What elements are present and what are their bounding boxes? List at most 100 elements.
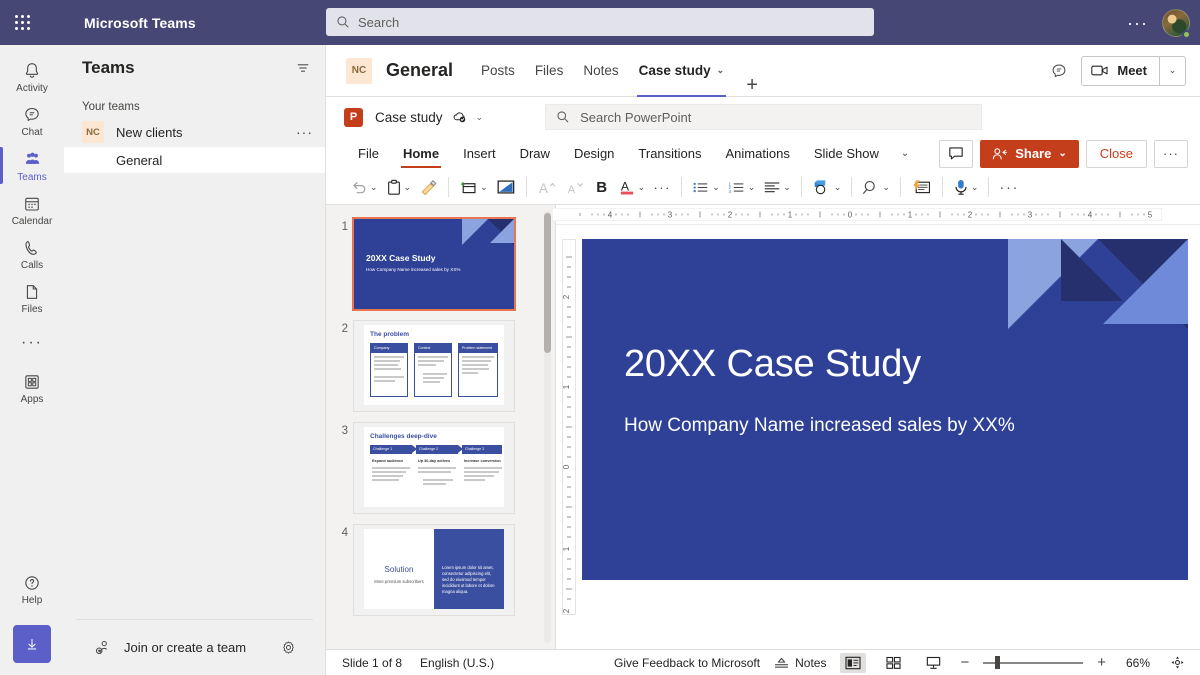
format-painter-button[interactable]: [416, 174, 441, 200]
thumbnail-row[interactable]: 3 Challenges deep-dive Challenge 1 Chall…: [326, 417, 555, 519]
decrease-font-size-button[interactable]: A: [562, 174, 588, 200]
align-button[interactable]: ⌄: [760, 174, 794, 200]
ribbon-tab-home[interactable]: Home: [391, 137, 451, 170]
sidebar-item-activity[interactable]: Activity: [0, 55, 64, 99]
slide-thumbnail-3[interactable]: Challenges deep-dive Challenge 1 Challen…: [354, 423, 514, 513]
zoom-out-button[interactable]: −: [960, 654, 969, 671]
slide-thumbnail-panel[interactable]: 1 20XX Case Study How Company Name incre…: [326, 205, 556, 649]
sidebar-item-files[interactable]: Files: [0, 276, 64, 320]
slide-thumbnail-4[interactable]: Solution More premium subscribers Lorem …: [354, 525, 514, 615]
paste-button[interactable]: ⌄: [383, 174, 415, 200]
ribbon-tab-insert[interactable]: Insert: [451, 137, 508, 170]
app-title: Microsoft Teams: [84, 14, 196, 31]
ribbon-tabs-overflow-chevron-icon[interactable]: ⌄: [891, 148, 919, 159]
svg-text:2: 2: [968, 211, 973, 220]
channel-chat-button[interactable]: [1049, 61, 1069, 81]
ribbon-tab-design[interactable]: Design: [562, 137, 626, 170]
sidebar-item-chat[interactable]: Chat: [0, 99, 64, 143]
language-label[interactable]: English (U.S.): [420, 656, 494, 670]
powerpoint-search-input[interactable]: Search PowerPoint: [545, 104, 983, 130]
filter-button[interactable]: [295, 60, 311, 76]
thumbnail-scrollbar-thumb[interactable]: [544, 213, 551, 353]
slide-deco-dark-triangle-2: [1061, 239, 1123, 301]
ribbon-tab-draw[interactable]: Draw: [508, 137, 562, 170]
global-search-input[interactable]: Search: [326, 8, 874, 36]
more-font-options-button[interactable]: ···: [650, 174, 674, 200]
chevron-down-icon: ⌄: [970, 181, 979, 192]
thumbnail-number: 4: [341, 527, 348, 539]
powerpoint-more-button[interactable]: ···: [1154, 139, 1188, 168]
sidebar-item-teams[interactable]: Teams: [0, 143, 64, 188]
autosave-cloud-icon[interactable]: [452, 109, 468, 125]
thumbnail-row[interactable]: 2 The problem Company Context Problem st…: [326, 315, 555, 417]
tab-files[interactable]: Files: [525, 45, 574, 97]
ribbon-tab-transitions[interactable]: Transitions: [626, 137, 713, 170]
zoom-slider-thumb[interactable]: [995, 656, 1001, 669]
slide-layout-button[interactable]: [493, 174, 519, 200]
horizontal-ruler[interactable]: 4 3 2 1 0 1 2 3 4 5: [552, 205, 1200, 225]
sidebar-item-help[interactable]: Help: [0, 567, 64, 611]
sidebar-item-calls[interactable]: Calls: [0, 232, 64, 276]
comments-button[interactable]: [939, 139, 974, 168]
meet-button-main[interactable]: Meet: [1082, 63, 1159, 78]
slide-thumbnail-1[interactable]: 20XX Case Study How Company Name increas…: [354, 219, 514, 309]
ribbon-tab-animations[interactable]: Animations: [714, 137, 802, 170]
vertical-ruler[interactable]: 2 1 0 1 2: [556, 225, 582, 649]
add-tab-button[interactable]: +: [734, 74, 770, 97]
thumbnail-row[interactable]: 1 20XX Case Study How Company Name incre…: [326, 213, 555, 315]
normal-view-button[interactable]: [840, 652, 867, 673]
notes-button[interactable]: Notes: [774, 656, 826, 670]
give-feedback-button[interactable]: Give Feedback to Microsoft: [614, 656, 760, 670]
ribbon-tab-slide-show[interactable]: Slide Show: [802, 137, 891, 170]
font-color-button[interactable]: A ⌄: [616, 174, 649, 200]
chevron-down-icon: ⌄: [833, 181, 842, 192]
dictate-button[interactable]: ⌄: [950, 174, 982, 200]
new-slide-button[interactable]: ⌄: [456, 174, 491, 200]
settings-more-button[interactable]: ···: [1119, 14, 1156, 32]
app-launcher-button[interactable]: [0, 15, 44, 30]
zoom-level-label[interactable]: 66%: [1120, 656, 1150, 670]
undo-button[interactable]: ⌄: [347, 174, 381, 200]
share-button[interactable]: Share ⌄: [980, 139, 1079, 168]
manage-teams-settings-button[interactable]: [280, 639, 297, 656]
document-menu-chevron-icon[interactable]: ⌄: [476, 112, 484, 123]
join-or-create-team-button[interactable]: Join or create a team: [124, 640, 246, 655]
comment-icon: [949, 147, 963, 160]
zoom-in-button[interactable]: +: [1097, 654, 1106, 671]
tab-case-study[interactable]: Case study ⌄: [629, 45, 735, 97]
shapes-button[interactable]: ⌄: [809, 174, 845, 200]
meet-button[interactable]: Meet ⌄: [1081, 55, 1186, 86]
meet-dropdown-button[interactable]: ⌄: [1159, 56, 1185, 85]
designer-button[interactable]: [908, 174, 935, 200]
sidebar-item-apps[interactable]: Apps: [0, 366, 64, 410]
zoom-slider[interactable]: [983, 656, 1084, 670]
fit-slide-button[interactable]: [1164, 653, 1190, 673]
thumbnail-row[interactable]: 4 Solution More premium subscribers Lore…: [326, 519, 555, 621]
tab-label: Notes: [583, 63, 619, 78]
tab-notes[interactable]: Notes: [573, 45, 628, 97]
document-name[interactable]: Case study: [375, 110, 443, 125]
sidebar-item-calendar[interactable]: Calendar: [0, 188, 64, 232]
download-app-button[interactable]: [13, 625, 51, 663]
team-row[interactable]: NC New clients ···: [64, 117, 325, 147]
status-bar: Slide 1 of 8 English (U.S.) Give Feedbac…: [326, 649, 1200, 675]
ribbon-tab-file[interactable]: File: [346, 137, 391, 170]
increase-font-size-button[interactable]: A: [534, 174, 560, 200]
rail-more-button[interactable]: ···: [21, 320, 43, 366]
numbered-list-button[interactable]: 1 2 3 ⌄: [725, 174, 759, 200]
slide-title[interactable]: 20XX Case Study: [624, 343, 921, 386]
bullet-list-button[interactable]: ⌄: [689, 174, 723, 200]
close-button[interactable]: Close: [1085, 139, 1147, 168]
find-button[interactable]: ⌄: [859, 174, 893, 200]
reading-view-button[interactable]: [920, 653, 946, 673]
bold-button[interactable]: B: [590, 174, 614, 200]
slide-sorter-button[interactable]: [880, 653, 906, 673]
tab-posts[interactable]: Posts: [471, 45, 525, 97]
slide-canvas[interactable]: 20XX Case Study How Company Name increas…: [582, 239, 1188, 580]
window-body: Activity Chat Teams Calendar Calls Files…: [0, 45, 1200, 675]
team-overflow-button[interactable]: ···: [296, 125, 313, 139]
slide-subtitle[interactable]: How Company Name increased sales by XX%: [624, 415, 1015, 437]
ribbon-more-commands-button[interactable]: ···: [996, 174, 1022, 200]
channel-item-general[interactable]: General: [64, 147, 325, 173]
slide-thumbnail-2[interactable]: The problem Company Context Problem stat…: [354, 321, 514, 411]
